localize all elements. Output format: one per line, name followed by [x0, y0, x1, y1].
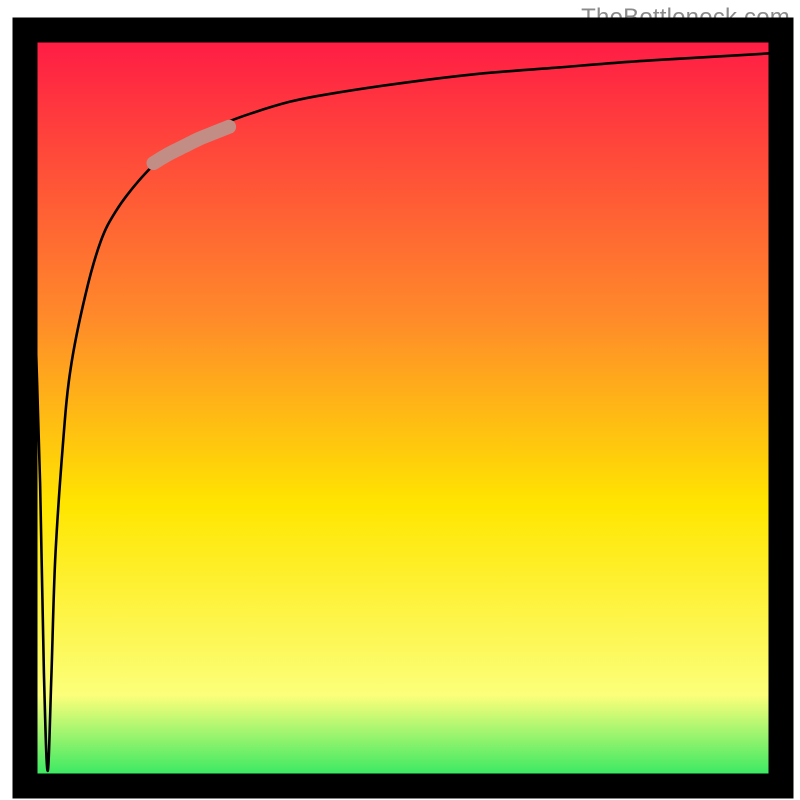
plot-svg: [0, 0, 800, 800]
chart-container: TheBottleneck.com: [0, 0, 800, 800]
gradient-background: [25, 30, 781, 786]
